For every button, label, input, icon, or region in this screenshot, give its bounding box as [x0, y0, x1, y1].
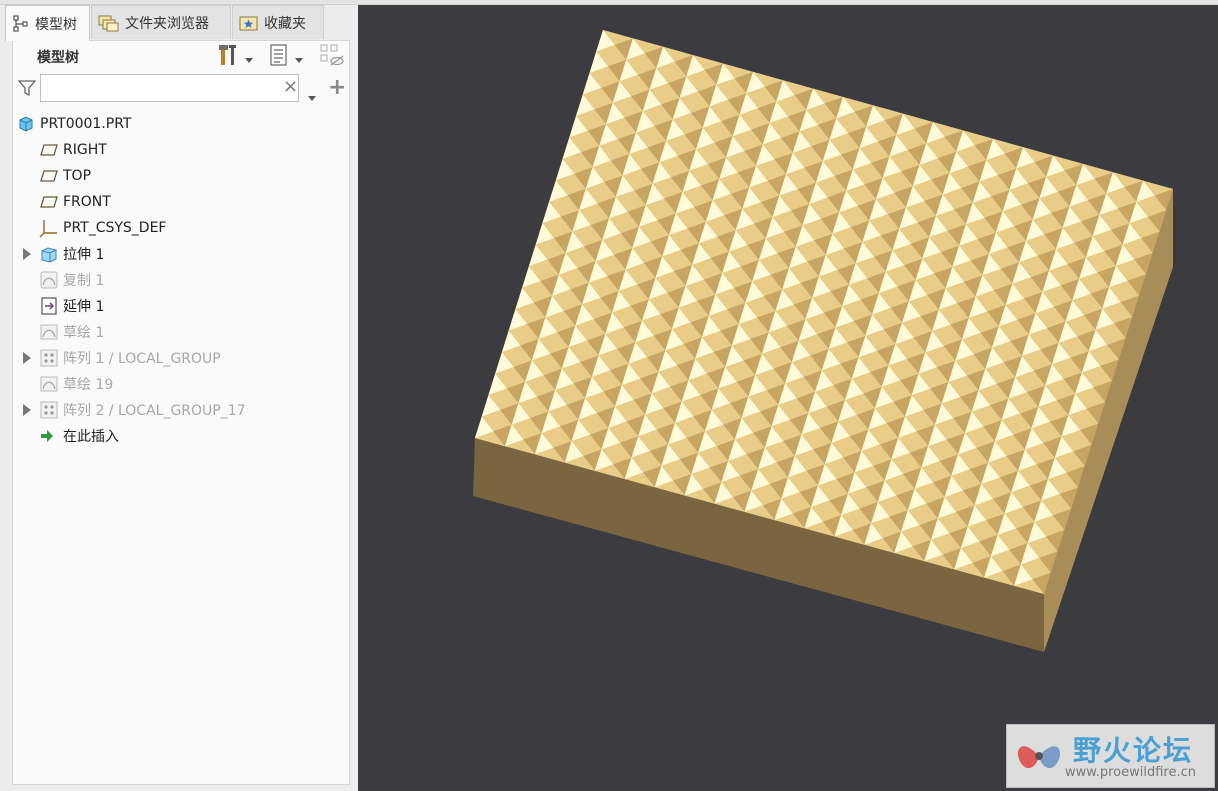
tree-item[interactable]: PRT_CSYS_DEF	[13, 215, 349, 241]
chevron-down-icon	[245, 48, 253, 67]
model-tree-list: PRT0001.PRT RIGHT TOP FRONT PRT_CSYS_DEF 拉伸 1…	[13, 111, 349, 449]
tab-favorites[interactable]: 收藏夹	[232, 5, 324, 39]
list-icon	[269, 43, 289, 71]
tree-item-label: 阵列 1 / LOCAL_GROUP	[63, 351, 221, 367]
watermark-title: 野火论坛	[1073, 734, 1194, 767]
tree-item[interactable]: PRT0001.PRT	[13, 111, 349, 137]
tree-item-label: 复制 1	[63, 273, 105, 289]
tree-item[interactable]: 阵列 1 / LOCAL_GROUP	[13, 345, 349, 371]
graphics-viewport[interactable]: 野火论坛 www.proewildfire.cn	[358, 4, 1218, 791]
hide-items-button[interactable]	[319, 44, 345, 70]
show-options-button[interactable]	[269, 44, 303, 70]
filter-icon[interactable]	[17, 78, 37, 102]
tree-item[interactable]: 拉伸 1	[13, 241, 349, 267]
extend-icon	[39, 296, 59, 316]
tree-item[interactable]: 在此插入	[13, 423, 349, 449]
tree-item-label: RIGHT	[63, 142, 107, 158]
pattern-icon	[39, 400, 59, 420]
tree-item[interactable]: 阵列 2 / LOCAL_GROUP_17	[13, 397, 349, 423]
chevron-down-icon[interactable]	[308, 86, 316, 105]
navigator-panel: 模型树 文件夹浏览器 收藏夹 模型树 × + PRT0001.PRT RIGHT…	[0, 0, 358, 791]
tab-label: 收藏夹	[264, 15, 306, 32]
model-tree-title: 模型树	[37, 50, 79, 66]
tree-item-label: PRT_CSYS_DEF	[63, 220, 167, 236]
tab-model-tree[interactable]: 模型树	[5, 5, 90, 41]
tree-item-label: PRT0001.PRT	[40, 116, 132, 132]
tab-label: 文件夹浏览器	[125, 15, 209, 32]
tree-item-label: 拉伸 1	[63, 247, 105, 263]
filter-row: × +	[13, 73, 349, 107]
tree-item-label: 阵列 2 / LOCAL_GROUP_17	[63, 403, 246, 419]
part-icon	[17, 115, 35, 133]
datum-plane-icon	[39, 142, 59, 158]
window-top-edge	[0, 0, 1218, 5]
model-tree-pane: 模型树 × + PRT0001.PRT RIGHT TOP FRONT PRT_…	[12, 40, 350, 785]
tree-item-label: FRONT	[63, 194, 111, 210]
expand-arrow-icon[interactable]	[23, 404, 31, 416]
pattern-icon	[39, 348, 59, 368]
tree-item[interactable]: RIGHT	[13, 137, 349, 163]
navigator-tabbar: 模型树 文件夹浏览器 收藏夹	[5, 5, 355, 41]
watermark-logo-icon	[1011, 731, 1067, 785]
tree-item[interactable]: 草绘 1	[13, 319, 349, 345]
tab-label: 模型树	[35, 16, 77, 33]
tab-folder-browser[interactable]: 文件夹浏览器	[91, 5, 231, 39]
tree-item-label: 延伸 1	[63, 299, 105, 315]
settings-tools-button[interactable]	[217, 44, 253, 70]
folder-browser-icon	[98, 14, 120, 32]
favorites-icon	[239, 14, 259, 32]
tree-item[interactable]: TOP	[13, 163, 349, 189]
datum-plane-icon	[39, 194, 59, 210]
sketch-icon	[39, 322, 59, 342]
tree-item-label: 草绘 19	[63, 377, 114, 393]
tree-item[interactable]: 复制 1	[13, 267, 349, 293]
clear-icon[interactable]: ×	[283, 76, 298, 97]
insert-here-arrow-icon	[39, 428, 55, 444]
forum-watermark: 野火论坛 www.proewildfire.cn	[1006, 724, 1215, 788]
hidden-items-icon	[319, 43, 345, 71]
tree-item[interactable]: FRONT	[13, 189, 349, 215]
search-input[interactable]	[40, 74, 299, 102]
copy-icon	[39, 270, 59, 290]
tree-item[interactable]: 草绘 19	[13, 371, 349, 397]
expand-arrow-icon[interactable]	[23, 352, 31, 364]
model-tree-header: 模型树	[13, 41, 349, 73]
sketch-icon	[39, 374, 59, 394]
extrude-icon	[39, 244, 59, 264]
coordinate-system-icon	[39, 218, 59, 238]
add-filter-icon[interactable]: +	[328, 75, 346, 100]
tools-icon	[217, 43, 239, 71]
tree-item-label: TOP	[63, 168, 92, 184]
tree-item-label: 在此插入	[63, 429, 119, 445]
tree-item[interactable]: 延伸 1	[13, 293, 349, 319]
datum-plane-icon	[39, 168, 59, 184]
watermark-url: www.proewildfire.cn	[1065, 765, 1196, 780]
tree-item-label: 草绘 1	[63, 325, 105, 341]
chevron-down-icon	[295, 48, 303, 67]
part-model-3d[interactable]	[358, 4, 1218, 791]
expand-arrow-icon[interactable]	[23, 248, 31, 260]
model-tree-icon	[12, 14, 30, 33]
